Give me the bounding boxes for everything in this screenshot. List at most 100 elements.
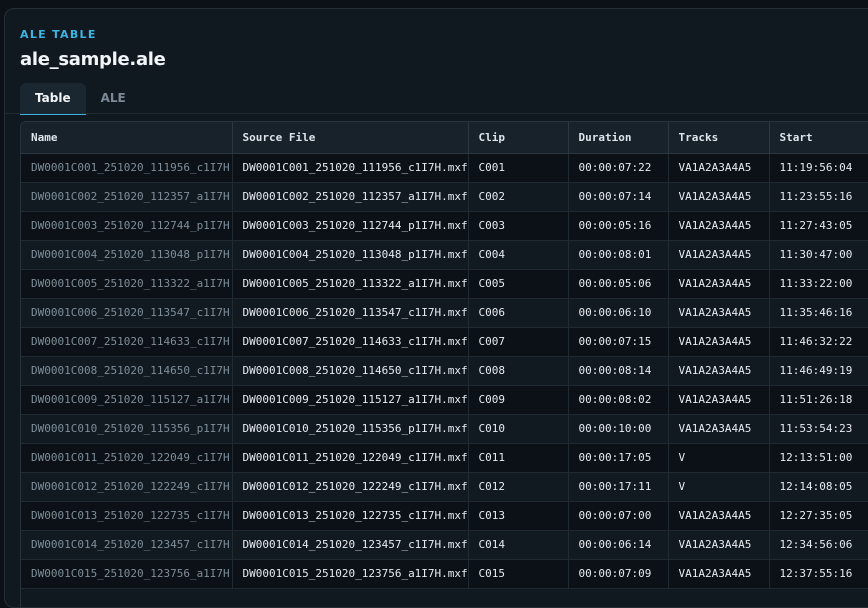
cell-source-file: DW0001C004_251020_113048_p1I7H.mxf (232, 240, 469, 270)
cell-clip: C006 (468, 298, 569, 328)
table-row[interactable]: DW0001C007_251020_114633_c1I7H DW0001C007… (21, 327, 868, 357)
cell-source-file: DW0001C011_251020_122049_c1I7H.mxf (232, 443, 469, 473)
cell-tracks: VA1A2A3A4A5 (668, 414, 770, 444)
cell-duration: 00:00:07:14 (568, 182, 669, 212)
cell-duration: 00:00:17:05 (568, 443, 669, 473)
table-row[interactable]: DW0001C001_251020_111956_c1I7H DW0001C001… (21, 153, 868, 183)
cell-name: DW0001C012_251020_122249_c1I7H (21, 472, 233, 502)
cell-start: 12:13:51:00 (769, 443, 868, 473)
column-header-duration[interactable]: Duration (568, 122, 669, 154)
cell-start: 11:53:54:23 (769, 414, 868, 444)
table-row[interactable]: DW0001C013_251020_122735_c1I7H DW0001C013… (21, 501, 868, 531)
cell-start: 11:27:43:05 (769, 211, 868, 241)
table-row[interactable]: DW0001C004_251020_113048_p1I7H DW0001C004… (21, 240, 868, 270)
cell-clip: C011 (468, 443, 569, 473)
cell-start: 11:46:49:19 (769, 356, 868, 386)
column-header-start[interactable]: Start (769, 122, 868, 154)
ale-table-panel: ALE TABLE ale_sample.ale Table ALE Name … (4, 8, 868, 608)
cell-duration: 00:00:17:11 (568, 472, 669, 502)
cell-name: DW0001C011_251020_122049_c1I7H (21, 443, 233, 473)
table-row[interactable]: DW0001C006_251020_113547_c1I7H DW0001C006… (21, 298, 868, 328)
cell-tracks: VA1A2A3A4A5 (668, 501, 770, 531)
column-header-clip[interactable]: Clip (468, 122, 569, 154)
cell-tracks: VA1A2A3A4A5 (668, 153, 770, 183)
cell-name: DW0001C010_251020_115356_p1I7H (21, 414, 233, 444)
column-header-tracks[interactable]: Tracks (668, 122, 770, 154)
cell-duration: 00:00:08:01 (568, 240, 669, 270)
table-row[interactable]: DW0001C012_251020_122249_c1I7H DW0001C012… (21, 472, 868, 502)
column-header-source-file[interactable]: Source File (232, 122, 469, 154)
cell-duration: 00:00:08:14 (568, 356, 669, 386)
cell-tracks: V (668, 443, 770, 473)
cell-clip: C013 (468, 501, 569, 531)
cell-tracks: VA1A2A3A4A5 (668, 385, 770, 415)
cell-duration: 00:00:10:00 (568, 414, 669, 444)
cell-start: 11:30:47:00 (769, 240, 868, 270)
cell-start: 12:14:08:05 (769, 472, 868, 502)
cell-start: 11:51:26:18 (769, 385, 868, 415)
column-header-name[interactable]: Name (21, 122, 233, 154)
cell-name: DW0001C008_251020_114650_c1I7H (21, 356, 233, 386)
cell-name: DW0001C003_251020_112744_p1I7H (21, 211, 233, 241)
cell-clip: C001 (468, 153, 569, 183)
cell-source-file: DW0001C013_251020_122735_c1I7H.mxf (232, 501, 469, 531)
table-row[interactable]: DW0001C005_251020_113322_a1I7H DW0001C005… (21, 269, 868, 299)
cell-tracks: VA1A2A3A4A5 (668, 240, 770, 270)
cell-source-file: DW0001C003_251020_112744_p1I7H.mxf (232, 211, 469, 241)
cell-duration: 00:00:07:15 (568, 327, 669, 357)
table-row[interactable]: DW0001C009_251020_115127_a1I7H DW0001C009… (21, 385, 868, 415)
cell-start: 11:19:56:04 (769, 153, 868, 183)
cell-start: 12:34:56:06 (769, 530, 868, 560)
view-tabs: Table ALE (20, 83, 141, 115)
table-header-row: Name Source File Clip Duration Tracks St… (21, 122, 868, 154)
table-row[interactable]: DW0001C015_251020_123756_a1I7H DW0001C015… (21, 559, 868, 589)
cell-name: DW0001C005_251020_113322_a1I7H (21, 269, 233, 299)
cell-duration: 00:00:08:02 (568, 385, 669, 415)
cell-tracks: VA1A2A3A4A5 (668, 530, 770, 560)
cell-duration: 00:00:06:14 (568, 530, 669, 560)
cell-clip: C012 (468, 472, 569, 502)
cell-name: DW0001C004_251020_113048_p1I7H (21, 240, 233, 270)
cell-name: DW0001C009_251020_115127_a1I7H (21, 385, 233, 415)
table-row[interactable]: DW0001C010_251020_115356_p1I7H DW0001C010… (21, 414, 868, 444)
cell-start: 11:23:55:16 (769, 182, 868, 212)
cell-clip: C009 (468, 385, 569, 415)
cell-start: 11:35:46:16 (769, 298, 868, 328)
cell-clip: C015 (468, 559, 569, 589)
table-row[interactable]: DW0001C003_251020_112744_p1I7H DW0001C003… (21, 211, 868, 241)
cell-duration: 00:00:07:00 (568, 501, 669, 531)
cell-duration: 00:00:07:22 (568, 153, 669, 183)
cell-name: DW0001C002_251020_112357_a1I7H (21, 182, 233, 212)
cell-clip: C004 (468, 240, 569, 270)
section-kicker: ALE TABLE (20, 28, 97, 41)
tab-ale[interactable]: ALE (86, 83, 141, 115)
cell-duration: 00:00:07:09 (568, 559, 669, 589)
table-row[interactable]: DW0001C011_251020_122049_c1I7H DW0001C011… (21, 443, 868, 473)
cell-duration: 00:00:06:10 (568, 298, 669, 328)
table-row[interactable]: DW0001C002_251020_112357_a1I7H DW0001C002… (21, 182, 868, 212)
cell-clip: C007 (468, 327, 569, 357)
cell-name: DW0001C007_251020_114633_c1I7H (21, 327, 233, 357)
cell-clip: C002 (468, 182, 569, 212)
cell-source-file: DW0001C009_251020_115127_a1I7H.mxf (232, 385, 469, 415)
cell-source-file: DW0001C005_251020_113322_a1I7H.mxf (232, 269, 469, 299)
cell-start: 11:33:22:00 (769, 269, 868, 299)
cell-tracks: VA1A2A3A4A5 (668, 182, 770, 212)
cell-tracks: VA1A2A3A4A5 (668, 298, 770, 328)
cell-tracks: V (668, 472, 770, 502)
cell-start: 12:27:35:05 (769, 501, 868, 531)
file-title: ale_sample.ale (20, 49, 166, 70)
cell-duration: 00:00:05:06 (568, 269, 669, 299)
cell-source-file: DW0001C002_251020_112357_a1I7H.mxf (232, 182, 469, 212)
cell-source-file: DW0001C006_251020_113547_c1I7H.mxf (232, 298, 469, 328)
clip-table: Name Source File Clip Duration Tracks St… (20, 121, 868, 607)
cell-source-file: DW0001C007_251020_114633_c1I7H.mxf (232, 327, 469, 357)
table-row[interactable]: DW0001C014_251020_123457_c1I7H DW0001C014… (21, 530, 868, 560)
cell-tracks: VA1A2A3A4A5 (668, 211, 770, 241)
cell-source-file: DW0001C001_251020_111956_c1I7H.mxf (232, 153, 469, 183)
table-row[interactable]: DW0001C008_251020_114650_c1I7H DW0001C008… (21, 356, 868, 386)
tab-table[interactable]: Table (20, 83, 86, 115)
tab-divider (5, 113, 868, 114)
cell-source-file: DW0001C010_251020_115356_p1I7H.mxf (232, 414, 469, 444)
cell-name: DW0001C001_251020_111956_c1I7H (21, 153, 233, 183)
